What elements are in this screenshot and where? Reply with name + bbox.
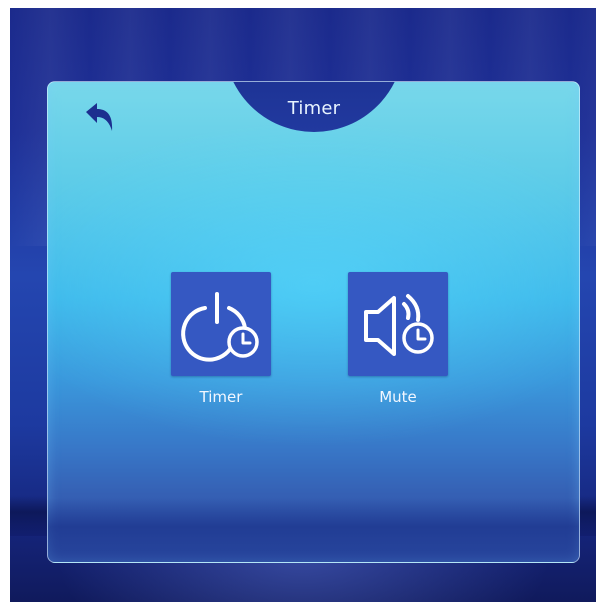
- mute-tile[interactable]: Mute: [348, 272, 448, 406]
- power-timer-icon: [181, 292, 259, 362]
- back-arrow-icon: [86, 103, 113, 131]
- mute-icon-box: [348, 272, 448, 376]
- panel-bottom-shade: [48, 498, 579, 562]
- timer-label: Timer: [199, 388, 243, 406]
- speaker-timer-icon: [364, 294, 434, 356]
- page-title: Timer: [287, 98, 341, 119]
- timer-panel: Timer Timer Mute: [47, 81, 580, 563]
- timer-tile[interactable]: Timer: [171, 272, 271, 406]
- screen: Timer Timer Mute: [10, 8, 596, 602]
- back-button[interactable]: [80, 98, 120, 138]
- timer-icon-box: [171, 272, 271, 376]
- mute-label: Mute: [379, 388, 417, 406]
